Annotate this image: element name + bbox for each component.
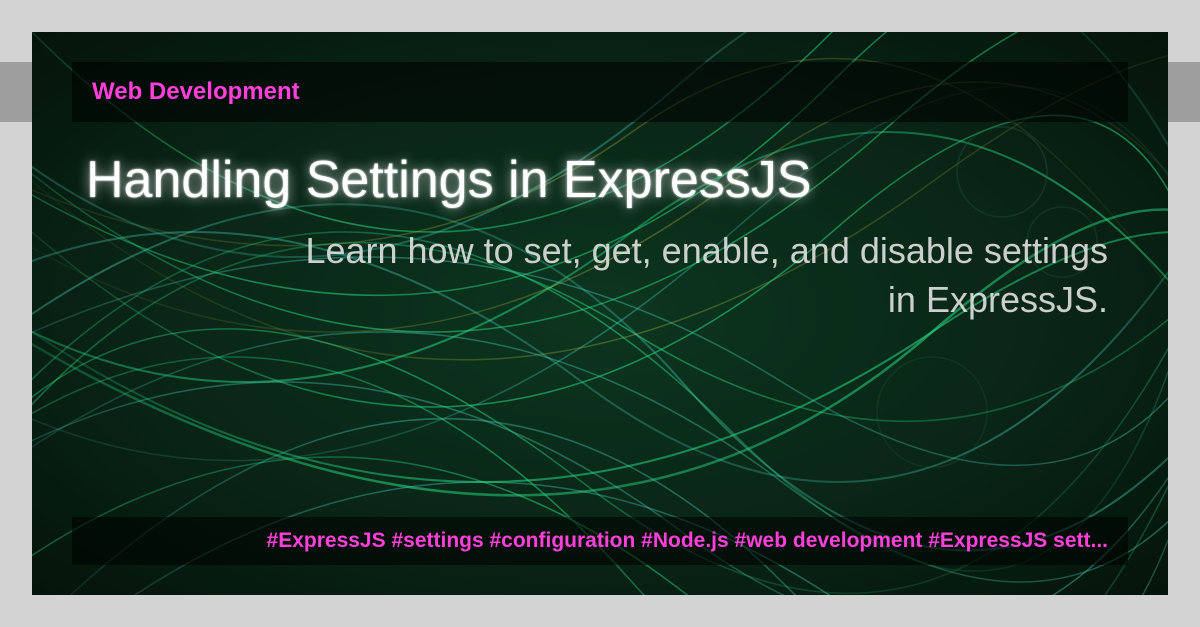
article-subtitle: Learn how to set, get, enable, and disab…: [288, 227, 1108, 324]
article-title: Handling Settings in ExpressJS: [86, 150, 812, 210]
tags-text: #ExpressJS #settings #configuration #Nod…: [267, 529, 1108, 553]
category-bar: Web Development: [72, 62, 1128, 122]
article-card: Web Development Handling Settings in Exp…: [32, 32, 1168, 595]
tags-bar: #ExpressJS #settings #configuration #Nod…: [72, 517, 1128, 565]
category-label: Web Development: [92, 78, 300, 106]
